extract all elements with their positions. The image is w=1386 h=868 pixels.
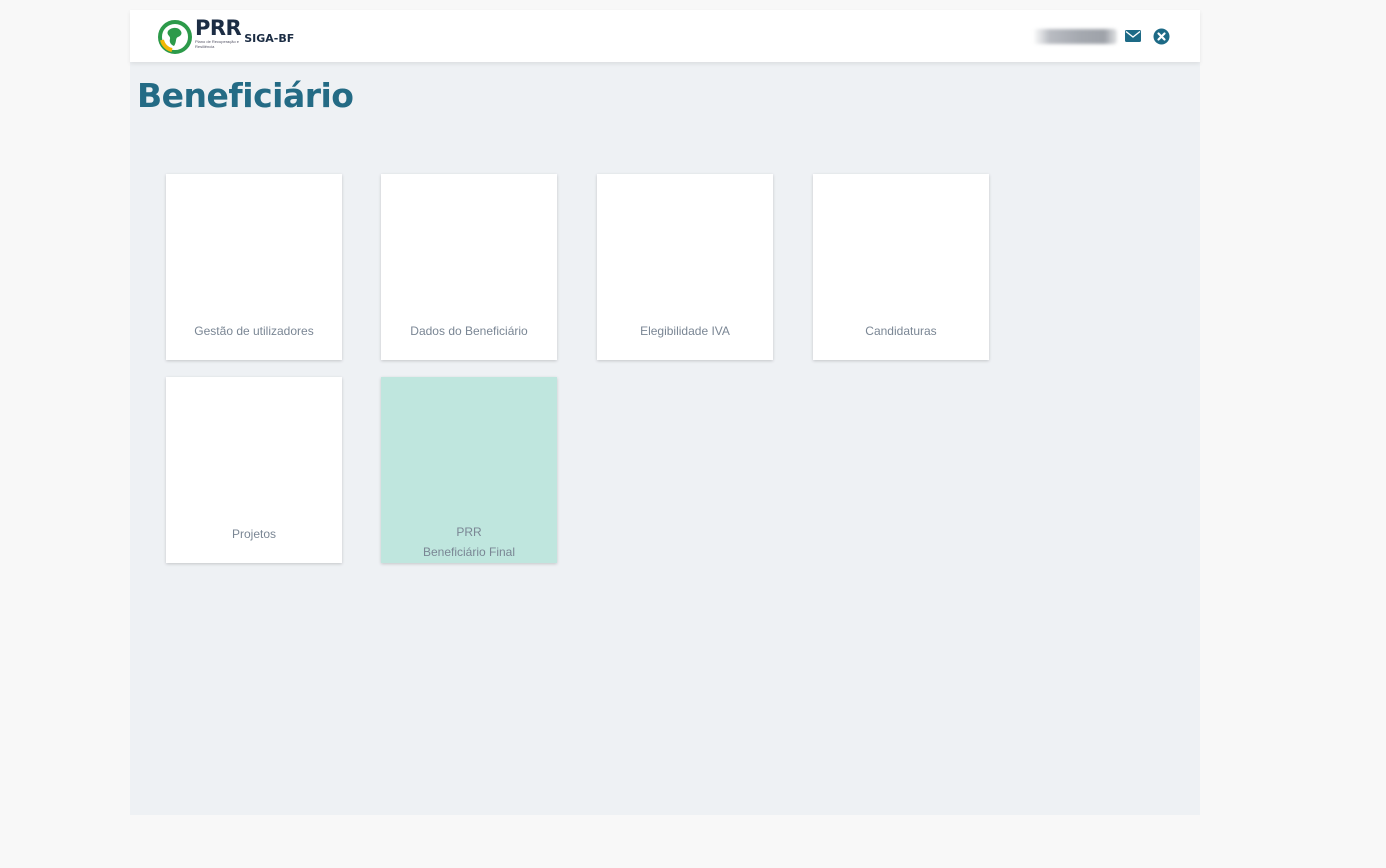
close-circle-icon xyxy=(1153,28,1169,44)
tile-label-line1: PRR xyxy=(456,525,482,539)
prr-logo[interactable]: PRR Plano de Recuperação e Resiliência S… xyxy=(158,18,294,54)
tile-label: Projetos xyxy=(231,527,277,541)
page-title: Beneficiário xyxy=(137,76,354,115)
tile-dados-beneficiario[interactable]: Dados do Beneficiário xyxy=(381,174,557,360)
prr-globe-logo-icon xyxy=(158,20,192,54)
top-bar: PRR Plano de Recuperação e Resiliência S… xyxy=(130,10,1200,62)
tile-label: Dados do Beneficiário xyxy=(410,324,528,338)
tile-prr-beneficiario-final[interactable]: PRR Beneficiário Final xyxy=(381,377,557,563)
tile-projetos[interactable]: Projetos xyxy=(166,377,342,563)
envelope-icon xyxy=(1125,30,1141,42)
messages-button[interactable] xyxy=(1124,27,1142,45)
tile-label: Elegibilidade IVA xyxy=(640,324,730,338)
tile-label: Candidaturas xyxy=(865,324,937,338)
tile-elegibilidade-iva[interactable]: Elegibilidade IVA xyxy=(597,174,773,360)
logo-brand: PRR xyxy=(195,16,242,40)
user-name-redacted xyxy=(1033,29,1117,44)
app-name: SIGA-BF xyxy=(244,32,295,45)
tile-candidaturas[interactable]: Candidaturas xyxy=(813,174,989,360)
app-container: PRR Plano de Recuperação e Resiliência S… xyxy=(130,10,1200,815)
tile-label-line2: Beneficiário Final xyxy=(422,545,516,559)
logo-tagline: Plano de Recuperação e Resiliência xyxy=(195,39,240,49)
tile-label: Gestão de utilizadores xyxy=(194,324,314,338)
logout-button[interactable] xyxy=(1152,27,1170,45)
logo-text: PRR Plano de Recuperação e Resiliência xyxy=(195,16,242,50)
tile-label: PRR Beneficiário Final xyxy=(381,522,557,562)
tile-gestao-utilizadores[interactable]: Gestão de utilizadores xyxy=(166,174,342,360)
